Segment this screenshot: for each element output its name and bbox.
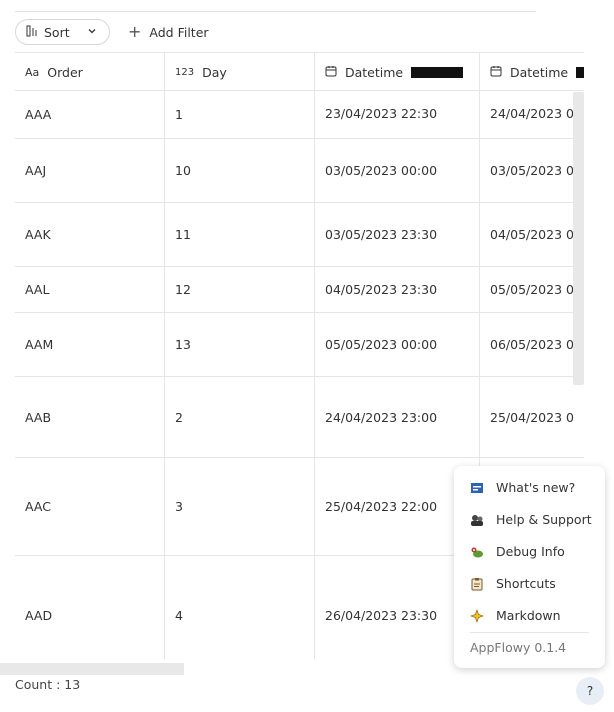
cell-day[interactable]: 4 <box>165 556 315 659</box>
sort-label: Sort <box>44 24 70 40</box>
cell-order[interactable]: AAJ <box>15 139 165 202</box>
menu-item-label: Shortcuts <box>496 576 556 591</box>
cell-day[interactable]: 2 <box>165 377 315 457</box>
horizontal-scrollbar[interactable] <box>0 663 184 675</box>
cell-datetime[interactable]: 03/05/2023 00:00 <box>315 139 480 202</box>
cell-order[interactable]: AAD <box>15 556 165 659</box>
cell-datetime-2[interactable]: 05/05/2023 0 <box>480 267 584 312</box>
menu-item-whats-new[interactable]: What's new? <box>470 480 575 495</box>
column-header-datetime[interactable]: Datetime <box>315 53 480 91</box>
cell-day[interactable]: 12 <box>165 267 315 312</box>
cell-datetime[interactable]: 04/05/2023 23:30 <box>315 267 480 312</box>
row-count: Count : 13 <box>15 677 81 692</box>
clipboard-icon <box>470 577 484 591</box>
column-header-label: Order <box>47 64 83 80</box>
vertical-scrollbar[interactable] <box>573 92 584 385</box>
table-row[interactable]: AAB 2 24/04/2023 23:00 25/04/2023 0 <box>15 377 584 458</box>
calendar-icon <box>325 65 337 80</box>
cell-day[interactable]: 13 <box>165 313 315 376</box>
top-divider <box>15 11 536 12</box>
menu-item-shortcuts[interactable]: Shortcuts <box>470 576 556 591</box>
number-type-icon: 123 <box>175 66 195 78</box>
cell-day[interactable]: 10 <box>165 139 315 202</box>
cell-order[interactable]: AAC <box>15 458 165 555</box>
table-row[interactable]: AAK 11 03/05/2023 23:30 04/05/2023 0 <box>15 203 584 267</box>
add-filter-button[interactable]: + Add Filter <box>128 24 209 40</box>
menu-divider <box>470 632 589 633</box>
grid-header: Aa Order 123 Day Datetime Datetime <box>15 52 584 91</box>
plus-icon: + <box>128 22 142 41</box>
column-header-order[interactable]: Aa Order <box>15 53 165 91</box>
chevron-down-icon <box>87 26 97 39</box>
cell-day[interactable]: 3 <box>165 458 315 555</box>
add-filter-label: Add Filter <box>149 24 209 40</box>
cell-order[interactable]: AAL <box>15 267 165 312</box>
cell-datetime-2[interactable]: 04/05/2023 0 <box>480 203 584 266</box>
menu-item-label: Debug Info <box>496 544 565 559</box>
cell-datetime[interactable]: 05/05/2023 00:00 <box>315 313 480 376</box>
table-row[interactable]: AAM 13 05/05/2023 00:00 06/05/2023 0 <box>15 313 584 377</box>
column-header-label: Datetime <box>345 64 404 80</box>
news-icon <box>470 481 484 495</box>
menu-item-label: What's new? <box>496 480 576 495</box>
cell-datetime-2[interactable]: 25/04/2023 0 <box>480 377 584 457</box>
bug-icon <box>470 545 484 559</box>
cell-order[interactable]: AAB <box>15 377 165 457</box>
cell-day[interactable]: 1 <box>165 91 315 138</box>
sort-button[interactable]: Sort <box>15 19 110 45</box>
cell-datetime-2[interactable]: 03/05/2023 0 <box>480 139 584 202</box>
cell-datetime[interactable]: 03/05/2023 23:30 <box>315 203 480 266</box>
support-icon <box>470 513 484 527</box>
column-header-label: Day <box>202 64 227 80</box>
app-version: AppFlowy 0.1.4 <box>470 640 567 655</box>
menu-item-label: Markdown <box>496 608 561 623</box>
column-header-day[interactable]: 123 Day <box>165 53 315 91</box>
grid-toolbar: Sort + Add Filter <box>15 18 209 46</box>
calendar-icon <box>490 65 502 80</box>
menu-item-label: Help & Support <box>496 512 592 527</box>
menu-item-markdown[interactable]: Markdown <box>470 608 561 623</box>
cell-order[interactable]: AAK <box>15 203 165 266</box>
cell-datetime-2[interactable]: 06/05/2023 0 <box>480 313 584 376</box>
sort-icon <box>26 25 38 40</box>
cell-datetime[interactable]: 24/04/2023 23:00 <box>315 377 480 457</box>
text-type-icon: Aa <box>25 65 40 79</box>
cell-order[interactable]: AAA <box>15 91 165 138</box>
help-menu: What's new? Help & Support Debug Info Sh… <box>454 466 605 668</box>
sparkle-icon <box>470 608 484 623</box>
table-row[interactable]: AAJ 10 03/05/2023 00:00 03/05/2023 0 <box>15 139 584 203</box>
menu-item-help-support[interactable]: Help & Support <box>470 512 592 527</box>
redaction-mark <box>576 66 584 78</box>
column-header-datetime-2[interactable]: Datetime <box>480 53 584 91</box>
table-row[interactable]: AAA 1 23/04/2023 22:30 24/04/2023 0 <box>15 91 584 139</box>
menu-item-debug-info[interactable]: Debug Info <box>470 544 565 559</box>
redaction-mark <box>411 66 464 78</box>
column-header-label: Datetime <box>510 64 569 80</box>
table-row[interactable]: AAL 12 04/05/2023 23:30 05/05/2023 0 <box>15 267 584 313</box>
cell-order[interactable]: AAM <box>15 313 165 376</box>
help-button[interactable]: ? <box>576 677 604 705</box>
cell-datetime-2[interactable]: 24/04/2023 0 <box>480 91 584 138</box>
cell-day[interactable]: 11 <box>165 203 315 266</box>
cell-datetime[interactable]: 23/04/2023 22:30 <box>315 91 480 138</box>
